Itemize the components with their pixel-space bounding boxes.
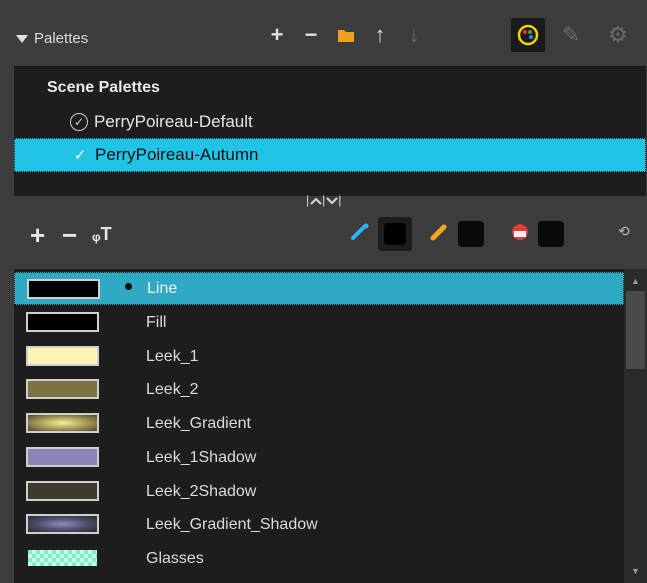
color-toolbar: + − ᵩT ⟲ [0,208,647,263]
check-circle-icon: ✓ [70,113,88,131]
splitter-arrows-icon[interactable]: | | | [306,193,342,207]
remove-color-button[interactable]: − [62,220,77,251]
current-color-bullet [125,283,132,290]
pencil-color-swatch[interactable] [458,221,484,247]
add-texture-button[interactable]: ᵩT [92,224,112,245]
import-palette-icon[interactable] [333,22,359,48]
scroll-up-icon[interactable]: ▲ [624,271,647,291]
color-name: Line [147,279,178,297]
color-row-leek-2shadow[interactable]: Leek_2Shadow [14,475,624,508]
color-row-leek-gradient[interactable]: Leek_Gradient [14,407,624,440]
move-up-icon[interactable]: ↑ [367,22,393,48]
add-palette-icon[interactable]: + [264,22,290,48]
brush-pencil-icon: ✎ [561,22,581,47]
palettes-title[interactable]: Palettes [16,30,88,47]
color-name: Leek_1Shadow [146,448,257,466]
color-name: Leek_Gradient [146,414,251,432]
color-swatch [26,346,99,366]
collapse-triangle-icon[interactable] [16,34,28,43]
color-row-leek-gradient-shadow[interactable]: Leek_Gradient_Shadow [14,508,624,541]
palettes-toolbar: Palettes + − ↑ ↓ ✎ ⚙ [0,0,647,66]
color-list-scrollbar[interactable]: ▲ ▼ [624,269,647,583]
palette-list: Scene Palettes ✓ PerryPoireau-Default ✓ … [14,66,646,196]
color-row-leek-1shadow[interactable]: Leek_1Shadow [14,441,624,474]
color-row-leek-2[interactable]: Leek_2 [14,373,624,406]
color-row-line[interactable]: Line [14,272,624,305]
add-color-button[interactable]: + [30,220,45,251]
palettes-title-label: Palettes [34,30,89,47]
color-name: Leek_1 [146,347,199,365]
color-swatch [26,379,99,399]
palette-lock-icon[interactable] [511,18,545,52]
color-name: Leek_Gradient_Shadow [146,515,318,533]
color-swatch [26,514,99,534]
color-swatch [27,279,100,299]
scroll-thumb[interactable] [626,291,645,369]
line-color-swatch[interactable] [378,217,412,251]
color-row-leek-1[interactable]: Leek_1 [14,340,624,373]
move-down-icon: ↓ [408,22,420,47]
eyedropper-icon[interactable] [350,223,370,246]
color-swatch [26,481,99,501]
check-icon: ✓ [73,147,87,164]
color-row-fill[interactable]: Fill [14,306,624,339]
palette-item-default[interactable]: ✓ PerryPoireau-Default [14,105,646,139]
color-name: Glasses [146,549,204,567]
color-swatch [26,413,99,433]
paint-bucket-icon[interactable] [510,223,530,246]
color-list: Line Fill Leek_1 Leek_2 Leek_Gradient Le… [14,269,647,583]
palette-item-autumn[interactable]: ✓ PerryPoireau-Autumn [14,138,646,172]
remove-palette-icon[interactable]: − [298,22,324,48]
color-swatch [26,447,99,467]
pencil-icon[interactable] [430,223,450,246]
scroll-down-icon[interactable]: ▼ [624,561,647,581]
color-swatch [26,312,99,332]
palette-item-label: PerryPoireau-Default [94,112,253,131]
link-icon[interactable]: ⟲ [618,223,630,240]
palette-item-label: PerryPoireau-Autumn [95,145,259,164]
color-name: Leek_2Shadow [146,482,257,500]
palette-disabled-icon: ⚙ [608,22,628,47]
panel-splitter[interactable]: | | | [0,193,647,208]
color-swatch [26,548,99,568]
fill-color-swatch[interactable] [538,221,564,247]
color-row-glasses[interactable]: Glasses [14,542,624,575]
color-name: Leek_2 [146,380,199,398]
scene-palettes-header: Scene Palettes [47,79,160,96]
color-name: Fill [146,313,167,331]
